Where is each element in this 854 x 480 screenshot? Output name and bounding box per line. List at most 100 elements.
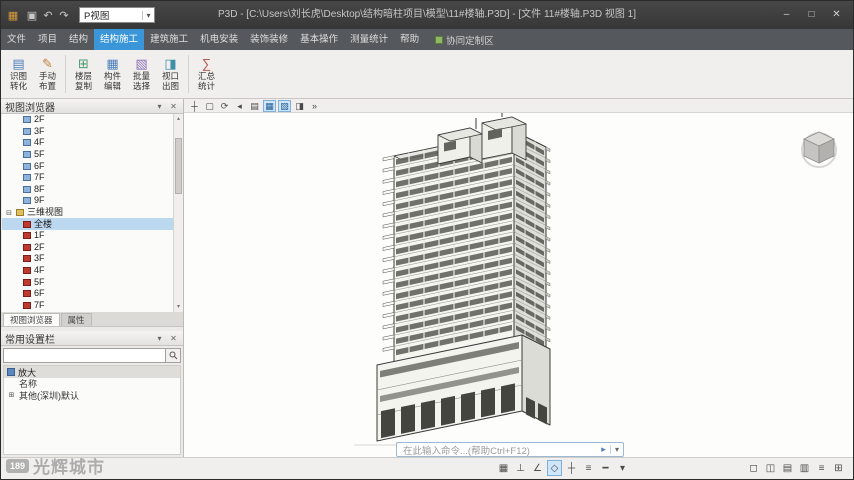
tree-item-plan-7F[interactable]: 7F — [2, 172, 182, 184]
ribbon-button-视口出图[interactable]: ◨ 视口 出图 — [157, 52, 184, 96]
building-model-3d[interactable] — [184, 99, 853, 457]
tree-item-3d-3F[interactable]: 3F — [2, 253, 182, 265]
tree-item-3d-全楼[interactable]: 全楼 — [2, 218, 182, 230]
ribbon-button-批量选择[interactable]: ▧ 批量 选择 — [128, 52, 155, 96]
layout-single-icon[interactable]: ◻ — [746, 460, 761, 476]
crosshair-icon[interactable]: ┼ — [564, 460, 579, 476]
grid-snap-icon[interactable]: ▦ — [496, 460, 511, 476]
tree-item-3d-6F[interactable]: 6F — [2, 288, 182, 300]
ribbon-tab-bar: 文件 项目 结构 结构施工 建筑施工 机电安装 装饰装修 基本操作 测量统计 帮助 协同定制区 — [1, 29, 853, 50]
ribbon-button-汇总统计[interactable]: ∑ 汇总 统计 — [193, 52, 220, 96]
ribbon-tab-项目[interactable]: 项目 — [32, 29, 63, 50]
minimize-button[interactable]: – — [774, 3, 799, 27]
search-icon[interactable] — [165, 348, 181, 363]
scroll-down-icon[interactable]: ▾ — [174, 302, 183, 312]
ribbon-tab-机电安装[interactable]: 机电安装 — [194, 29, 244, 50]
title-bar: ▦ ▣ ↶ ↷ P视图 ▾ P3D - [C:\Users\刘长虎\Desktop\… — [1, 1, 853, 29]
orbit-icon[interactable]: ⟳ — [218, 100, 231, 112]
workspace-selector[interactable]: P视图 ▾ — [79, 7, 155, 23]
ribbon-button-识图转化[interactable]: ▤ 识图 转化 — [5, 52, 32, 96]
ribbon-button-label: 手动 — [38, 71, 56, 81]
layout-split-icon[interactable]: ◫ — [763, 460, 778, 476]
ribbon-tab-基本操作[interactable]: 基本操作 — [294, 29, 344, 50]
run-command-icon[interactable]: ▸ — [597, 444, 610, 455]
settings-search-input[interactable] — [3, 348, 165, 363]
ribbon-button-icon: ✎ — [42, 56, 53, 71]
tree-item-plan-4F[interactable]: 4F — [2, 137, 182, 149]
expander-icon[interactable]: ⊞ — [7, 391, 16, 399]
panel-bottom-icon[interactable]: ▥ — [797, 460, 812, 476]
command-input[interactable]: 在此输入命令...(帮助Ctrl+F12) — [397, 443, 597, 457]
close-panel-icon[interactable]: ✕ — [168, 102, 179, 111]
dynamic-input-icon[interactable]: ≡ — [581, 460, 596, 476]
app-menu-icon[interactable]: ▦ — [5, 9, 21, 22]
tree-group-label: 三维视图 — [27, 207, 64, 218]
object-snap-icon[interactable]: ◇ — [547, 460, 562, 476]
tree-item-plan-6F[interactable]: 6F — [2, 160, 182, 172]
sidebar-tab-属性[interactable]: 属性 — [60, 313, 92, 326]
view-cube[interactable] — [797, 125, 841, 169]
polar-tracking-icon[interactable]: ∠ — [530, 460, 545, 476]
previous-view-icon[interactable]: ◂ — [233, 100, 246, 112]
collapse-panel-icon[interactable]: ▾ — [154, 334, 165, 343]
chevron-down-icon[interactable]: ▾ — [142, 10, 154, 20]
section-box-icon[interactable]: ◨ — [293, 100, 306, 112]
ribbon-button-楼层复制[interactable]: ⊞ 楼层 复制 — [70, 52, 97, 96]
watermark-text: 光辉城市 — [33, 458, 106, 477]
command-bar[interactable]: 在此输入命令...(帮助Ctrl+F12) ▸ ▾ — [396, 442, 624, 457]
expander-icon[interactable]: ⊟ — [5, 209, 13, 217]
command-history-icon[interactable]: ▾ — [610, 445, 623, 454]
scroll-up-icon[interactable]: ▴ — [174, 114, 183, 124]
lineweight-icon[interactable]: ━ — [598, 460, 613, 476]
folder-icon — [16, 209, 24, 217]
ribbon-tab-结构施工[interactable]: 结构施工 — [94, 29, 145, 50]
shaded-style-icon[interactable]: ▧ — [278, 99, 291, 112]
sidebar-tab-视图浏览器[interactable]: 视图浏览器 — [3, 313, 60, 326]
tree-item-plan-3F[interactable]: 3F — [2, 126, 182, 138]
tree-item-3d-5F[interactable]: 5F — [2, 276, 182, 288]
ribbon-button-手动布置[interactable]: ✎ 手动 布置 — [34, 52, 61, 96]
close-button[interactable]: ✕ — [824, 3, 849, 27]
ribbon-tab-建筑施工[interactable]: 建筑施工 — [144, 29, 194, 50]
tree-group-3d-views[interactable]: ⊟ 三维视图 — [2, 207, 182, 219]
ribbon-tab-装饰装修[interactable]: 装饰装修 — [244, 29, 294, 50]
pan-icon[interactable]: ┼ — [188, 100, 201, 112]
ribbon-tab-文件[interactable]: 文件 — [1, 29, 32, 50]
ortho-icon[interactable]: ⊥ — [513, 460, 528, 476]
tree-item-plan-2F[interactable]: 2F — [2, 114, 182, 126]
ribbon-tab-帮助[interactable]: 帮助 — [394, 29, 425, 50]
list-view-icon[interactable]: ≡ — [814, 460, 829, 476]
zoom-extents-icon[interactable]: ▢ — [203, 100, 216, 112]
panel-left-icon[interactable]: ▤ — [780, 460, 795, 476]
layout-icon[interactable]: ▤ — [248, 100, 261, 112]
grid-view-icon[interactable]: ⊞ — [831, 460, 846, 476]
maximize-button[interactable]: □ — [799, 3, 824, 27]
ribbon-button-label: 构件 — [103, 71, 121, 81]
quick-settings-group-放大[interactable]: 放大 — [4, 366, 180, 378]
viewport[interactable]: ┼ ▢ ⟳ ◂ ▤ ▦ ▧ ◨» 在此输入命令...(帮助Ctrl+F12) ▸ ▾ — [184, 99, 853, 457]
ribbon-tab-测量统计[interactable]: 测量统计 — [344, 29, 394, 50]
ribbon-tab-结构[interactable]: 结构 — [63, 29, 94, 50]
tree-item-3d-2F[interactable]: 2F — [2, 242, 182, 254]
tree-item-label: 8F — [34, 183, 45, 194]
save-icon[interactable]: ▣ — [24, 9, 40, 22]
wireframe-style-icon[interactable]: ▦ — [263, 99, 276, 112]
tree-item-3d-7F[interactable]: 7F — [2, 300, 182, 312]
tree-item-3d-4F[interactable]: 4F — [2, 265, 182, 277]
tree-item-plan-9F[interactable]: 9F — [2, 195, 182, 207]
scrollbar-thumb[interactable] — [175, 138, 182, 194]
undo-icon[interactable]: ↶ — [40, 9, 56, 22]
tree-item-plan-8F[interactable]: 8F — [2, 184, 182, 196]
quick-settings-item-其他(深圳)默认[interactable]: ⊞ 其他(深圳)默认 — [4, 390, 180, 402]
tree-item-plan-5F[interactable]: 5F — [2, 149, 182, 161]
close-panel-icon[interactable]: ✕ — [168, 334, 179, 343]
units-dropdown-icon[interactable]: ▾ — [615, 460, 630, 476]
collab-zone[interactable]: 协同定制区 — [435, 29, 494, 50]
ribbon-button-构件编辑[interactable]: ▦ 构件 编辑 — [99, 52, 126, 96]
more-tools-icon[interactable]: » — [308, 100, 321, 112]
sidebar: 视图浏览器 ▾ ✕ 2F 3F 4F 5F 6F 7F 8F 9F ⊟ 三维视图 全楼 1F 2F 3F 4… — [1, 99, 184, 457]
tree-scrollbar[interactable]: ▴ ▾ — [173, 114, 183, 312]
tree-item-3d-1F[interactable]: 1F — [2, 230, 182, 242]
redo-icon[interactable]: ↷ — [56, 9, 72, 22]
collapse-panel-icon[interactable]: ▾ — [154, 102, 165, 111]
